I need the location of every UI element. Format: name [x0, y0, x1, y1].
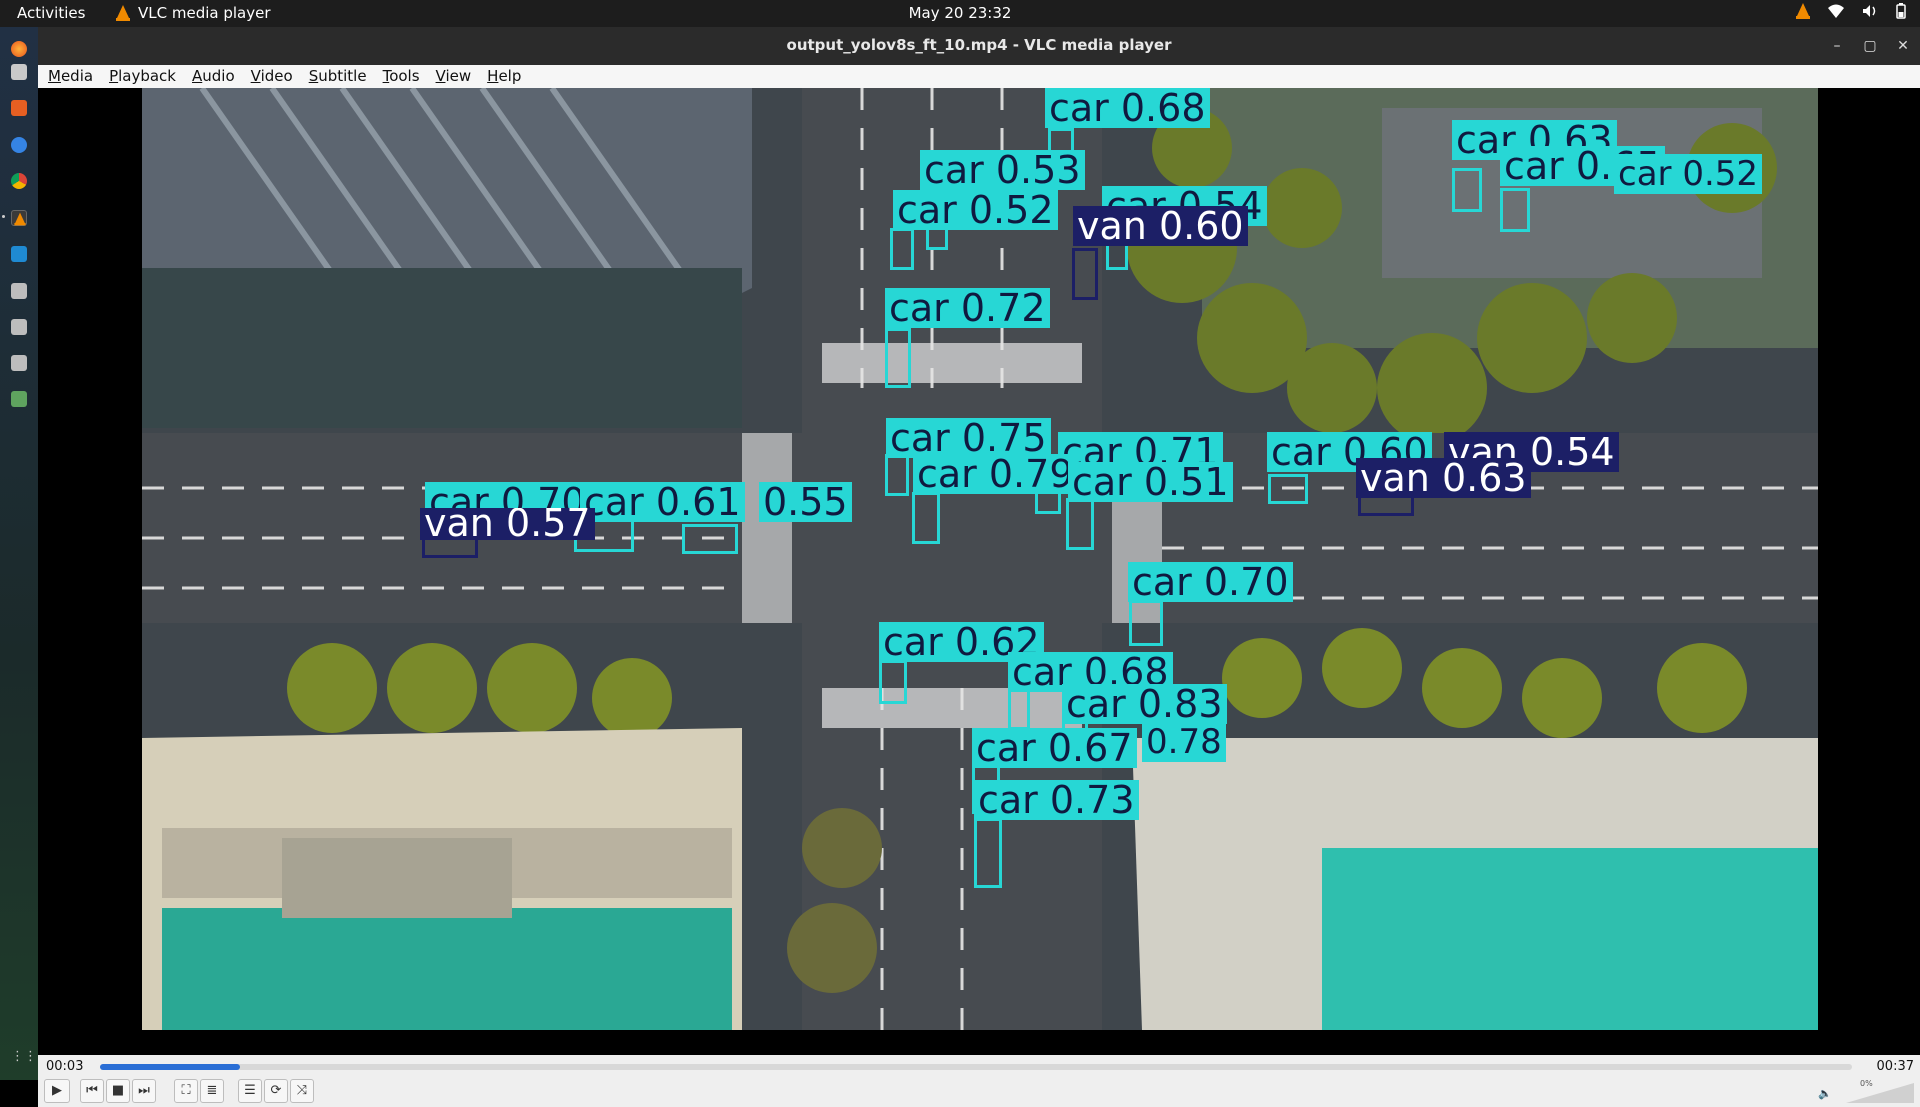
minimize-icon[interactable]: – — [1826, 35, 1848, 57]
detection-label: car 0.67 — [972, 728, 1137, 768]
wifi-icon[interactable] — [1828, 4, 1844, 18]
seek-bar-progress — [100, 1064, 241, 1070]
detection-label: car 0.83 — [1062, 684, 1227, 724]
detection-label: car 0.53 — [920, 150, 1085, 190]
play-icon[interactable]: ▶ — [44, 1079, 70, 1103]
detection-box — [879, 660, 907, 704]
software-icon[interactable] — [11, 100, 27, 116]
detection-label: car 0.68 — [1045, 88, 1210, 128]
battery-icon[interactable] — [1896, 3, 1906, 19]
detection-box — [1072, 248, 1098, 300]
detection-label: car 0.52 — [1614, 154, 1763, 194]
vlc-icon — [116, 5, 130, 21]
disk-icon[interactable] — [11, 355, 27, 371]
maximize-icon[interactable]: ▢ — [1859, 35, 1881, 57]
detection-label: car 0.73 — [974, 780, 1139, 820]
menu-tools[interactable]: Tools — [373, 65, 426, 88]
detection-box — [1452, 168, 1482, 212]
shuffle-icon[interactable]: ⤨ — [290, 1079, 314, 1103]
menu-bar: Media Playback Audio Video Subtitle Tool… — [38, 65, 1920, 88]
detection-label: 0.78 — [1142, 722, 1226, 762]
vlc-window: output_yolov8s_ft_10.mp4 - VLC media pla… — [38, 27, 1920, 1107]
menu-media[interactable]: Media — [38, 65, 99, 88]
menu-subtitle[interactable]: Subtitle — [299, 65, 373, 88]
vlc-tray-icon[interactable] — [1796, 3, 1810, 19]
time-elapsed[interactable]: 00:03 — [46, 1059, 83, 1074]
detection-label: car 0.61 — [580, 482, 745, 522]
top-bar: Activities VLC media player May 20 23:32 — [0, 0, 1920, 27]
disk-icon[interactable] — [11, 319, 27, 335]
menu-video[interactable]: Video — [241, 65, 299, 88]
detection-label: 0.55 — [759, 482, 852, 522]
help-icon[interactable] — [11, 137, 27, 153]
detection-box — [1500, 188, 1530, 232]
title-bar[interactable]: output_yolov8s_ft_10.mp4 - VLC media pla… — [38, 27, 1920, 65]
detection-label: van 0.57 — [420, 508, 595, 540]
volume-slider[interactable]: 🔈 0% — [1818, 1079, 1914, 1105]
video-frame[interactable]: car 0.68 car 0.53 car 0.52 car 0.54 van … — [142, 88, 1818, 1030]
dock: ⋮⋮⋮ — [0, 27, 50, 1080]
system-tray[interactable] — [1796, 3, 1906, 19]
detection-label: car 0.72 — [885, 288, 1050, 328]
detection-box — [890, 228, 914, 270]
menu-view[interactable]: View — [426, 65, 478, 88]
trash-icon[interactable] — [11, 391, 27, 407]
activities-button[interactable]: Activities — [17, 4, 85, 22]
fullscreen-icon[interactable]: ⛶ — [174, 1079, 198, 1103]
next-icon[interactable]: ⏭ — [132, 1079, 156, 1103]
detection-box — [885, 454, 909, 496]
previous-icon[interactable]: ⏮ — [80, 1079, 104, 1103]
volume-icon[interactable] — [1862, 4, 1878, 18]
menu-audio[interactable]: Audio — [182, 65, 241, 88]
detection-label: van 0.60 — [1073, 206, 1248, 246]
detection-box — [1129, 600, 1163, 646]
menu-playback[interactable]: Playback — [99, 65, 182, 88]
time-total[interactable]: 00:37 — [1877, 1059, 1914, 1074]
stop-icon[interactable]: ■ — [106, 1079, 130, 1103]
detection-box — [974, 818, 1002, 888]
detection-box — [1268, 474, 1308, 504]
active-indicator — [2, 215, 5, 218]
clock[interactable]: May 20 23:32 — [909, 4, 1012, 22]
files-icon[interactable] — [11, 64, 27, 80]
detection-box — [1066, 498, 1094, 550]
detection-label: car 0.79 — [913, 454, 1078, 494]
menu-help[interactable]: Help — [477, 65, 527, 88]
playlist-icon[interactable]: ☰ — [238, 1079, 262, 1103]
vscode-icon[interactable] — [11, 246, 27, 262]
firefox-icon[interactable] — [11, 41, 27, 57]
show-apps-icon[interactable]: ⋮⋮⋮ — [11, 1050, 50, 1064]
vlc-icon[interactable] — [11, 210, 27, 226]
detection-label: car 0.70 — [1128, 562, 1293, 602]
window-title: output_yolov8s_ft_10.mp4 - VLC media pla… — [786, 36, 1172, 54]
seek-bar[interactable] — [100, 1064, 1852, 1070]
speaker-icon[interactable]: 🔈 — [1818, 1087, 1832, 1100]
volume-triangle — [1846, 1083, 1914, 1103]
extended-settings-icon[interactable]: ≣ — [200, 1079, 224, 1103]
detection-box — [912, 492, 940, 544]
detection-label: car 0.52 — [893, 190, 1058, 230]
detection-label: car 0.51 — [1068, 462, 1233, 502]
chrome-icon[interactable] — [11, 173, 27, 189]
app-menu[interactable]: VLC media player — [116, 4, 271, 22]
app-menu-label: VLC media player — [138, 4, 271, 22]
video-area[interactable]: car 0.68 car 0.53 car 0.52 car 0.54 van … — [38, 88, 1920, 1055]
volume-percent: 0% — [1860, 1079, 1873, 1088]
loop-icon[interactable]: ⟳ — [264, 1079, 288, 1103]
detection-box — [682, 524, 738, 554]
close-icon[interactable]: ✕ — [1892, 35, 1914, 57]
detection-label: van 0.63 — [1356, 458, 1531, 498]
detection-box — [885, 328, 911, 388]
player-controls: 00:03 00:37 ▶ ⏮ ■ ⏭ ⛶ ≣ ☰ ⟳ ⤨ 🔈 0% — [38, 1055, 1920, 1107]
disk-icon[interactable] — [11, 283, 27, 299]
